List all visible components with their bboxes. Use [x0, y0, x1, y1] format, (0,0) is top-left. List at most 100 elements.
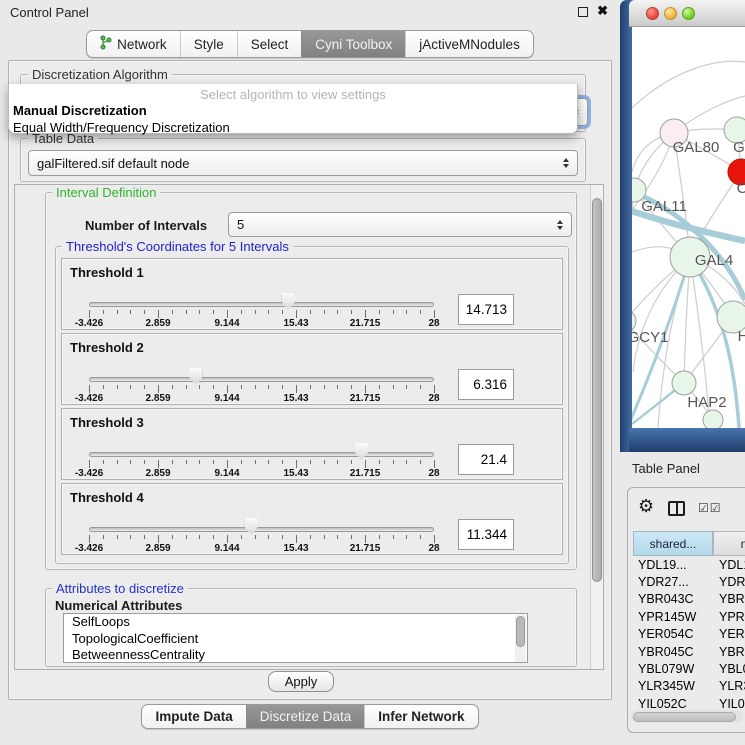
cell-name[interactable]: YDL1	[713, 558, 745, 572]
tick-mark	[255, 535, 256, 539]
threshold-4-slider-track[interactable]	[89, 527, 434, 532]
table-horizontal-scrollbar[interactable]	[631, 710, 743, 723]
threshold-2-slider-thumb[interactable]	[189, 368, 202, 385]
tab-jactivemnodules[interactable]: jActiveMNodules	[405, 31, 533, 57]
settings-scrollbar-thumb[interactable]	[592, 198, 602, 582]
zoom-window-icon[interactable]	[682, 7, 695, 20]
network-node-label: GAL80	[673, 139, 720, 156]
table-row[interactable]: YLR345WYLR3	[633, 678, 745, 695]
tick-label: -3.426	[75, 318, 103, 329]
tick-mark	[268, 310, 269, 314]
tab-network[interactable]: Network	[87, 31, 180, 57]
table-settings-gear-icon[interactable]: ⚙	[638, 496, 654, 517]
tick-mark	[310, 460, 311, 464]
network-window-titlebar[interactable]	[629, 0, 745, 27]
tick-mark	[296, 535, 297, 543]
tab-impute-data[interactable]: Impute Data	[142, 705, 245, 728]
tick-mark	[268, 385, 269, 389]
tick-mark	[434, 460, 435, 468]
float-panel-icon[interactable]	[578, 7, 588, 17]
cell-name[interactable]: YBR0	[713, 592, 745, 606]
cell-name[interactable]: YBR0	[713, 645, 745, 659]
cell-name[interactable]: YER0	[713, 627, 745, 641]
cell-shared-name[interactable]: YBL079W	[633, 662, 713, 676]
tick-mark	[324, 535, 325, 539]
network-graph[interactable]: GAL80GACGAL11GAL4GCY1HHAP2	[632, 27, 745, 428]
cell-shared-name[interactable]: YER054C	[633, 627, 713, 641]
attribute-list-item[interactable]: SelfLoops	[64, 614, 527, 631]
attribute-list-item[interactable]: BetweennessCentrality	[64, 647, 527, 663]
network-node-label: H	[738, 328, 745, 345]
numerical-attributes-list[interactable]: SelfLoopsTopologicalCoefficientBetweenne…	[63, 613, 528, 663]
tick-label: 9.144	[214, 393, 239, 404]
threshold-4-value-field[interactable]: 11.344	[458, 519, 514, 550]
tick-mark	[337, 385, 338, 389]
tab-style[interactable]: Style	[180, 31, 237, 57]
table-row[interactable]: YPR145WYPR1	[633, 608, 745, 625]
tick-label: 28	[428, 318, 439, 329]
threshold-2-slider-track[interactable]	[89, 377, 434, 382]
threshold-1-slider-thumb[interactable]	[282, 293, 295, 310]
threshold-1-slider-track[interactable]	[89, 302, 434, 307]
attribute-list-item[interactable]: TopologicalCoefficient	[64, 631, 527, 648]
close-panel-icon[interactable]: ✖	[597, 3, 608, 19]
threshold-1-value-field[interactable]: 14.713	[458, 294, 514, 325]
column-header-name[interactable]: n	[713, 531, 745, 556]
network-node[interactable]	[703, 410, 723, 428]
select-columns-checkbox-icons[interactable]: ☑☑	[698, 501, 722, 515]
table-row[interactable]: YDL19...YDL1	[633, 556, 745, 573]
close-window-icon[interactable]	[646, 7, 659, 20]
network-node[interactable]	[672, 371, 696, 395]
cell-name[interactable]: YPR1	[713, 610, 745, 624]
threshold-4-slider-thumb[interactable]	[245, 518, 258, 535]
minimize-window-icon[interactable]	[664, 7, 677, 20]
threshold-3-tick-labels: -3.4262.8599.14415.4321.71528	[89, 468, 434, 479]
cell-shared-name[interactable]: YBR043C	[633, 592, 713, 606]
numerical-attributes-label: Numerical Attributes	[55, 598, 182, 613]
tab-infer-network[interactable]: Infer Network	[364, 705, 477, 728]
cell-shared-name[interactable]: YIL052C	[633, 697, 713, 711]
tab-cyni-toolbox[interactable]: Cyni Toolbox	[301, 31, 405, 57]
tick-mark	[406, 310, 407, 314]
tab-select[interactable]: Select	[237, 31, 302, 57]
algorithm-option-manual[interactable]: Manual Discretization	[9, 102, 577, 119]
cell-name[interactable]: YBL0	[713, 662, 745, 676]
tick-mark	[434, 310, 435, 318]
column-header-shared[interactable]: shared...	[633, 531, 713, 556]
cell-shared-name[interactable]: YBR045C	[633, 645, 713, 659]
tick-mark	[199, 385, 200, 389]
cell-name[interactable]: YDR2	[713, 575, 745, 589]
network-node-label: GCY1	[632, 329, 668, 346]
tick-mark	[144, 535, 145, 539]
cell-shared-name[interactable]: YDR27...	[633, 575, 713, 589]
tick-mark	[172, 310, 173, 314]
network-node-label: GAL11	[641, 198, 687, 215]
attributes-list-scrollbar[interactable]	[515, 615, 526, 663]
threshold-2-value-field[interactable]: 6.316	[458, 369, 514, 400]
threshold-3-slider-track[interactable]	[89, 452, 434, 457]
cell-shared-name[interactable]: YLR345W	[633, 679, 713, 693]
tab-discretize-data[interactable]: Discretize Data	[246, 705, 365, 728]
cell-shared-name[interactable]: YDL19...	[633, 558, 713, 572]
table-row[interactable]: YBR043CYBR0	[633, 591, 745, 608]
threshold-3-slider-thumb[interactable]	[355, 443, 368, 460]
threshold-3-value-field[interactable]: 21.4	[458, 444, 514, 475]
tick-label: -3.426	[75, 393, 103, 404]
cell-name[interactable]: YLR3	[713, 679, 745, 693]
tick-mark	[434, 535, 435, 543]
tick-mark	[420, 535, 421, 539]
tick-mark	[351, 385, 352, 389]
number-of-intervals-combo[interactable]: 5	[228, 212, 572, 237]
table-row[interactable]: YBR045CYBR0	[633, 643, 745, 660]
table-panel-title: Table Panel	[632, 461, 700, 476]
apply-button[interactable]: Apply	[268, 671, 334, 692]
table-row[interactable]: YDR27...YDR2	[633, 573, 745, 590]
cell-shared-name[interactable]: YPR145W	[633, 610, 713, 624]
cell-name[interactable]: YIL0	[713, 697, 745, 711]
table-row[interactable]: YER054CYER0	[633, 626, 745, 643]
threshold-4-panel: Threshold 4 -3.4262.8599.14415.4321.7152…	[61, 483, 563, 555]
table-row[interactable]: YBL079WYBL0	[633, 660, 745, 677]
algorithm-option-equal-width[interactable]: Equal Width/Frequency Discretization	[9, 119, 577, 136]
column-split-icon[interactable]	[668, 501, 685, 516]
table-data-combo[interactable]: galFiltered.sif default node	[28, 150, 578, 176]
